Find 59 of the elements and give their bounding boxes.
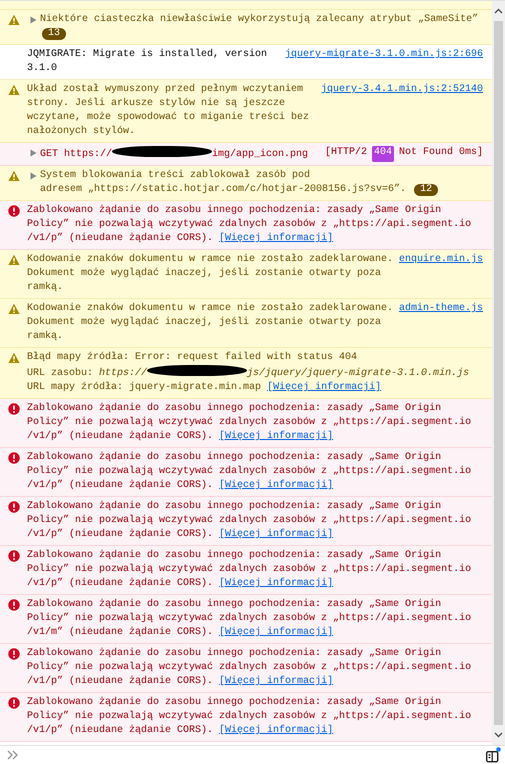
more-info-link[interactable]: [Więcej informacji] [219, 233, 334, 244]
message-text: Kodowanie znaków dokumentu w ramce nie zostało zadeklarowane. Dokument może wyglądać inaczej, jeśli zostanie otwarty poza ramką. [27, 254, 394, 293]
message-text: Niektóre ciasteczka niewłaściwie wykorzystują zalecany atrybut „SameSite” [40, 14, 478, 25]
message-text: https:// [99, 368, 148, 379]
error-icon [8, 403, 20, 415]
warning-icon [8, 14, 20, 26]
message-text: GET https:// [40, 149, 112, 160]
repeat-count-badge: 13 [42, 28, 66, 40]
warning-icon [8, 303, 20, 315]
source-link[interactable]: enquire.min.js [398, 253, 483, 295]
message-text: Kodowanie znaków dokumentu w ramce nie zostało zadeklarowane. Dokument może wyglądać inaczej, jeśli zostanie otwarty poza ramką. [27, 303, 394, 342]
more-info-link[interactable]: [Więcej informacji] [219, 578, 334, 589]
source-link[interactable]: jquery-migrate-3.1.0.min.js:2:696 [284, 48, 483, 76]
message-text: Zablokowano żądanie do zasobu innego pochodzenia: zasady „Same Origin Policy” nie pozwalają wczytywać zdalnych zasobów z „https://api.segment.io /v1/p” (nieudane żądanie CORS). [Więcej informacji] [27, 403, 472, 442]
status-text: Not Found 0ms] [398, 146, 483, 160]
message-text: Zablokowano żądanie do zasobu innego pochodzenia: zasady „Same Origin Policy” nie pozwalają wczytywać zdalnych zasobów z „https://api.segment.io /v1/p” (nieudane żądanie CORS). [Więcej informacji] [27, 501, 472, 540]
more-info-link[interactable]: [Więcej informacji] [267, 382, 382, 393]
more-info-link[interactable]: [Więcej informacji] [219, 480, 334, 491]
message-text: js/jquery/jquery-migrate-3.1.0.min.js [247, 368, 470, 379]
message-text: Zablokowano żądanie do zasobu innego pochodzenia: zasady „Same Origin Policy” nie pozwalają wczytywać zdalnych zasobów z „https://api.segment.io /v1/p” (nieudane żądanie CORS). [Więcej informacji] [27, 697, 472, 736]
message-text: Zablokowano żądanie do zasobu innego pochodzenia: zasady „Same Origin Policy” nie pozwalają wczytywać zdalnych zasobów z „https://api.segment.io /v1/m” (nieudane żądanie CORS). [Więcej informacji] [27, 599, 472, 638]
message-text: Zablokowano żądanie do zasobu innego pochodzenia: zasady „Same Origin Policy” nie pozwalają wczytywać zdalnych zasobów z „https://api.segment.io /v1/p” (nieudane żądanie CORS). [Więcej informacji] [27, 550, 472, 589]
message-text: System blokowania treści zablokował zasób pod adresem „https://static.hotjar.com/c/hotjar-2008156.js?sv=6”. [40, 170, 406, 195]
message-text: img/app_icon.png [212, 149, 308, 160]
scrollbar[interactable] [492, 1, 505, 745]
source-link[interactable]: jquery-3.4.1.min.js:2:52140 [320, 83, 483, 139]
warning-icon [8, 84, 20, 96]
warning-icon [8, 170, 20, 182]
error-icon [8, 599, 20, 611]
warning-icon [8, 254, 20, 266]
message-text: URL zasobu: [27, 368, 94, 379]
more-info-link[interactable]: [Więcej informacji] [219, 676, 334, 687]
error-icon [8, 550, 20, 562]
message-text: JQMIGRATE: Migrate is installed, version 3.1.0 [27, 49, 268, 74]
split-console-icon[interactable] [486, 747, 501, 763]
expand-arrow-icon[interactable] [30, 149, 37, 157]
more-info-link[interactable]: [Więcej informacji] [219, 725, 334, 736]
more-info-link[interactable]: [Więcej informacji] [219, 529, 334, 540]
status-code-badge: 404 [372, 146, 394, 162]
error-icon [8, 648, 20, 660]
repeat-count-badge: 12 [414, 184, 438, 196]
message-text: Układ został wymuszony przed pełnym wczytaniem strony. Jeśli arkusze stylów nie są jeszcze wczytane, może spowodować to miganie treści bez nałożonych stylów. [27, 84, 310, 137]
error-icon [8, 205, 20, 217]
message-text: Zablokowano żądanie do zasobu innego pochodzenia: zasady „Same Origin Policy” nie pozwalają wczytywać zdalnych zasobów z „https://api.segment.io /v1/p” (nieudane żądanie CORS). [Więcej informacji] [27, 648, 472, 687]
warning-icon [8, 352, 20, 364]
more-info-link[interactable]: [Więcej informacji] [219, 431, 334, 442]
source-link[interactable]: admin-theme.js [398, 302, 483, 344]
error-icon [8, 452, 20, 464]
chevron-icon [7, 750, 19, 760]
error-icon [8, 501, 20, 513]
message-text: URL mapy źródła: jquery-migrate.min.map [27, 382, 262, 393]
message-text: Zablokowano żądanie do zasobu innego pochodzenia: zasady „Same Origin Policy” nie pozwalają wczytywać zdalnych zasobów z „https://api.segment.io /v1/p” (nieudane żądanie CORS). [Więcej informacji] [27, 205, 472, 244]
expand-arrow-icon[interactable] [30, 172, 37, 180]
message-text: Błąd mapy źródła: Error: request failed with status 404 [27, 352, 358, 363]
error-icon [8, 697, 20, 709]
more-info-link[interactable]: [Więcej informacji] [219, 627, 334, 638]
message-text: Zablokowano żądanie do zasobu innego pochodzenia: zasady „Same Origin Policy” nie pozwalają wczytywać zdalnych zasobów z „https://api.segment.io /v1/p” (nieudane żądanie CORS). [Więcej informacji] [27, 452, 472, 491]
status-text: [HTTP/2 [324, 146, 367, 160]
expand-arrow-icon[interactable] [30, 16, 37, 24]
